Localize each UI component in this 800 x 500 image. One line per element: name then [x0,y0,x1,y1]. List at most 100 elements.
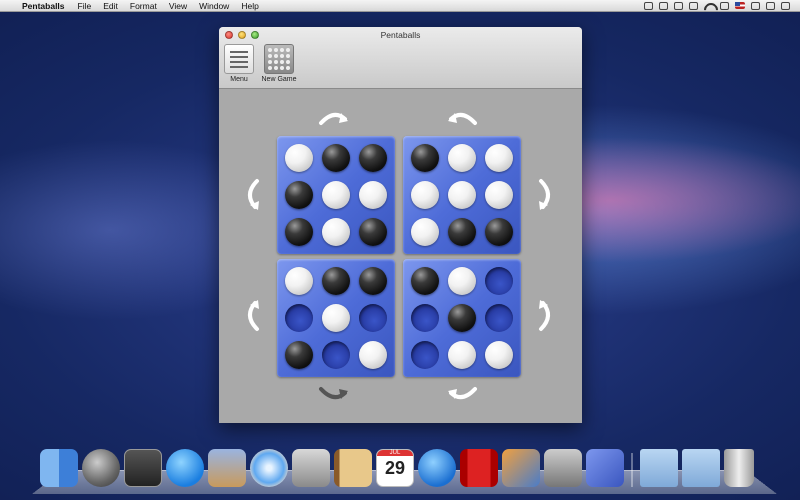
display-icon[interactable] [659,1,668,10]
rotate-bottom-right-cw-arrow[interactable] [445,383,479,405]
rotate-right-top-arrow[interactable] [535,177,557,211]
spotlight-icon[interactable] [766,1,775,10]
rotate-bottom-left-ccw-arrow[interactable] [317,383,351,405]
rotate-top-right-ccw-arrow[interactable] [445,107,479,129]
board-cell[interactable] [281,140,318,177]
app-store-icon[interactable] [166,449,204,487]
board-cell[interactable] [480,177,517,214]
board-cell[interactable] [407,300,444,337]
white-ball [358,180,387,209]
black-ball [411,267,440,296]
board-cell[interactable] [281,263,318,300]
board-cell[interactable] [407,140,444,177]
pentaballs-icon[interactable] [586,449,624,487]
board-cell[interactable] [354,263,391,300]
volume-icon[interactable] [720,1,729,10]
system-preferences-icon[interactable] [544,449,582,487]
black-ball [358,267,387,296]
board-cell[interactable] [354,300,391,337]
empty-hole [411,303,440,332]
menu-view[interactable]: View [169,1,187,11]
board-cell[interactable] [480,140,517,177]
board-cell[interactable] [354,140,391,177]
mission-control-icon[interactable] [124,449,162,487]
trash-icon[interactable] [724,449,754,487]
white-ball [285,267,314,296]
new-game-button[interactable]: New Game [261,44,297,83]
time-machine-icon[interactable] [644,1,653,10]
notification-icon[interactable] [781,1,790,10]
safari-icon[interactable] [250,449,288,487]
rotate-right-bottom-arrow[interactable] [535,299,557,333]
menu-format[interactable]: Format [130,1,157,11]
input-flag-icon[interactable] [735,2,745,9]
iphoto-icon[interactable] [502,449,540,487]
menu-window[interactable]: Window [199,1,229,11]
photo-booth-icon[interactable] [460,449,498,487]
board-cell[interactable] [354,213,391,250]
toolbar: Menu New Game [222,44,297,83]
app-menu[interactable]: Pentaballs [22,1,65,11]
board-cell[interactable] [407,213,444,250]
ical-icon[interactable]: JUL 29 [376,449,414,487]
board-cell[interactable] [407,263,444,300]
board-cell[interactable] [444,336,481,373]
window-title: Pentaballs [380,30,421,40]
board-cell[interactable] [318,263,355,300]
wifi-icon[interactable] [704,2,714,10]
board-cell[interactable] [444,140,481,177]
board-cell[interactable] [354,336,391,373]
board-cell[interactable] [318,177,355,214]
sync-icon[interactable] [674,1,683,10]
white-ball [447,180,476,209]
white-ball [484,144,513,173]
board-cell[interactable] [318,140,355,177]
rotate-left-top-arrow[interactable] [241,177,263,211]
empty-hole [484,303,513,332]
battery-icon[interactable] [751,1,760,10]
dock: JUL 29 [40,449,754,487]
finder-icon[interactable] [40,449,78,487]
white-ball [484,340,513,369]
board-cell[interactable] [444,263,481,300]
board-cell[interactable] [407,336,444,373]
board-cell[interactable] [444,177,481,214]
menu-help[interactable]: Help [241,1,258,11]
board-cell[interactable] [318,336,355,373]
board-cell[interactable] [407,177,444,214]
applications-folder-icon[interactable] [640,449,678,487]
empty-hole [411,340,440,369]
board-cell[interactable] [480,213,517,250]
board-cell[interactable] [281,177,318,214]
board-cell[interactable] [354,177,391,214]
new-game-button-label: New Game [261,76,297,83]
menu-edit[interactable]: Edit [103,1,118,11]
rotate-top-left-cw-arrow[interactable] [317,107,351,129]
board-cell[interactable] [318,213,355,250]
board-cell[interactable] [281,300,318,337]
board-cell[interactable] [444,213,481,250]
downloads-folder-icon[interactable] [682,449,720,487]
facetime-icon[interactable] [292,449,330,487]
board-cell[interactable] [480,263,517,300]
board-cell[interactable] [281,213,318,250]
white-ball [358,340,387,369]
empty-hole [358,303,387,332]
mail-eagle-icon[interactable] [208,449,246,487]
black-ball [484,217,513,246]
launchpad-icon[interactable] [82,449,120,487]
title-bar[interactable]: Pentaballs Menu New Game [219,27,582,89]
bluetooth-icon[interactable] [689,1,698,10]
dock-separator [631,453,633,487]
menu-file[interactable]: File [78,1,92,11]
address-book-icon[interactable] [334,449,372,487]
board-cell[interactable] [281,336,318,373]
board-cell[interactable] [444,300,481,337]
board-cell[interactable] [480,300,517,337]
black-ball [285,180,314,209]
board-cell[interactable] [318,300,355,337]
menu-button[interactable]: Menu [222,44,256,83]
board-cell[interactable] [480,336,517,373]
itunes-icon[interactable] [418,449,456,487]
rotate-left-bottom-arrow[interactable] [241,299,263,333]
